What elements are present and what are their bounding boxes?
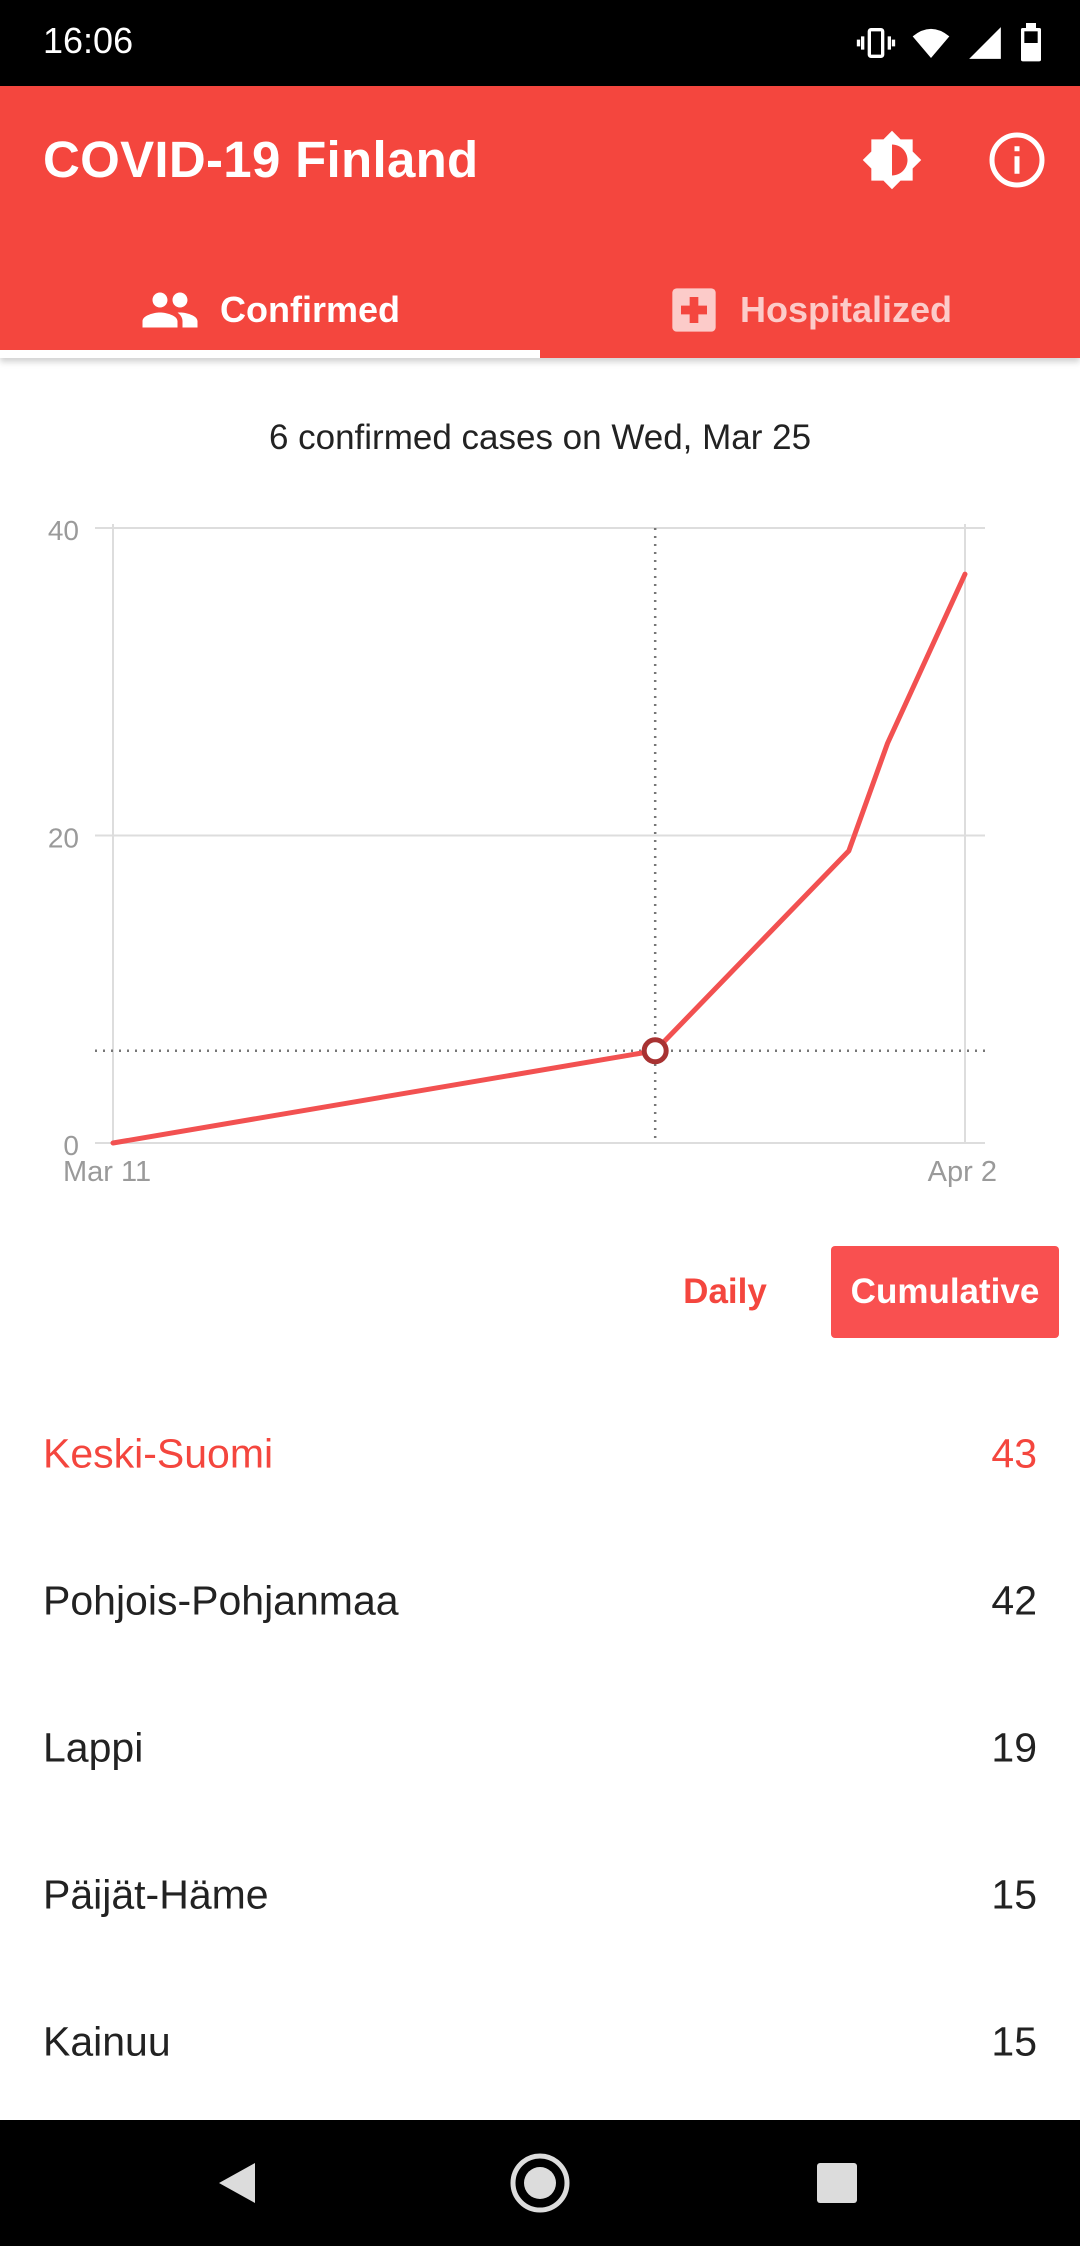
- home-button[interactable]: [507, 2150, 573, 2216]
- x-tick-label: Apr 2: [928, 1156, 997, 1188]
- wifi-icon: [912, 28, 950, 58]
- region-name: Lappi: [43, 1724, 144, 1770]
- list-item-region[interactable]: Keski-Suomi 43: [0, 1380, 1080, 1527]
- region-count: 42: [991, 1577, 1037, 1623]
- people-icon: [142, 292, 198, 328]
- region-count: 43: [991, 1430, 1037, 1476]
- region-name: Kainuu: [43, 2018, 171, 2064]
- region-count: 19: [991, 1724, 1037, 1770]
- series-line: [110, 571, 968, 1146]
- list-item-region[interactable]: Kainuu 15: [0, 1968, 1080, 2115]
- region-name: Päijät-Häme: [43, 1871, 269, 1917]
- region-name: Keski-Suomi: [43, 1430, 274, 1476]
- region-count: 15: [991, 2018, 1037, 2064]
- recents-icon: [817, 2163, 857, 2203]
- theme-toggle-button[interactable]: [856, 124, 928, 196]
- app-bar: COVID-19 Finland Confirmed Hospitalized: [0, 86, 1080, 358]
- list-item-region[interactable]: Pohjois-Pohjanmaa 42: [0, 1527, 1080, 1674]
- list-item-region[interactable]: Päijät-Häme 15: [0, 1821, 1080, 1968]
- info-button[interactable]: [981, 124, 1053, 196]
- status-bar: 16:06: [0, 0, 1080, 86]
- tab-hospitalized[interactable]: Hospitalized: [540, 262, 1080, 358]
- back-icon: [219, 2163, 255, 2203]
- x-tick-label: Mar 11: [63, 1156, 151, 1188]
- region-count: 15: [991, 1871, 1037, 1917]
- status-icons: [856, 20, 1044, 66]
- y-tick-label: 20: [48, 823, 79, 854]
- hospital-icon: [672, 288, 716, 332]
- battery-icon: [1021, 23, 1041, 62]
- navigation-bar: [0, 2120, 1080, 2246]
- tab-confirmed-label: Confirmed: [220, 289, 400, 330]
- tab-indicator: [0, 350, 540, 358]
- signal-icon: [969, 27, 1001, 59]
- line-chart[interactable]: 02040Mar 11 Apr 2: [0, 500, 1080, 1200]
- y-tick-label: 40: [48, 515, 79, 546]
- cumulative-button[interactable]: Cumulative: [831, 1246, 1059, 1338]
- data-point: [846, 848, 852, 854]
- data-point: [885, 740, 891, 746]
- highlight-point: [641, 1037, 669, 1065]
- status-time: 16:06: [43, 20, 134, 61]
- tab-confirmed[interactable]: Confirmed: [0, 262, 540, 358]
- recents-button[interactable]: [804, 2150, 870, 2216]
- daily-button[interactable]: Daily: [660, 1246, 790, 1338]
- chart-title: 6 confirmed cases on Wed, Mar 25: [268, 418, 812, 457]
- back-button[interactable]: [204, 2150, 270, 2216]
- brightness-icon: [862, 130, 922, 190]
- region-name: Pohjois-Pohjanmaa: [43, 1577, 399, 1623]
- data-point: [962, 571, 968, 577]
- info-icon: [989, 132, 1045, 188]
- data-point: [110, 1140, 116, 1146]
- tab-hospitalized-label: Hospitalized: [739, 289, 953, 330]
- home-icon: [510, 2153, 570, 2213]
- list-item-region[interactable]: Lappi 19: [0, 1674, 1080, 1821]
- app-title: COVID-19 Finland: [43, 131, 479, 188]
- vibrate-icon: [856, 28, 896, 58]
